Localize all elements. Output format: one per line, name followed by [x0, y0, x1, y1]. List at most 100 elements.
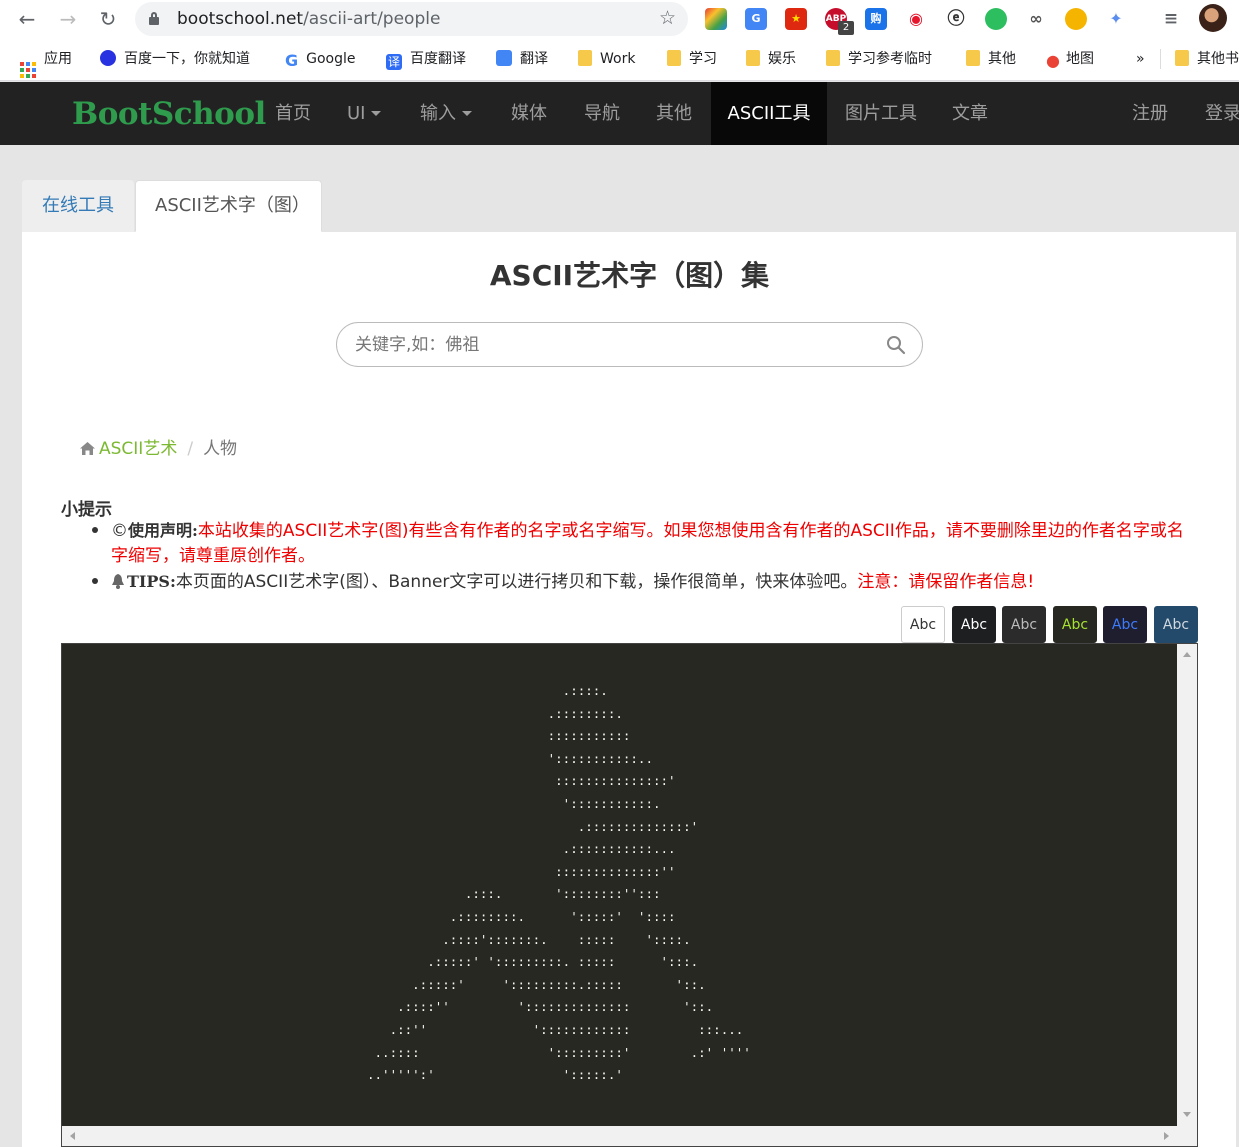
folder-icon — [826, 50, 840, 66]
weibo-icon[interactable]: ◉ — [905, 8, 927, 30]
tab-ascii-art[interactable]: ASCII艺术字（图） — [135, 180, 322, 232]
bookmark-folder-study[interactable]: 学习 — [667, 49, 717, 69]
tips-item-label: 使用声明: — [128, 521, 198, 540]
theme-button-light[interactable]: Abc — [901, 606, 945, 643]
bookmark-label: 其他 — [988, 51, 1016, 67]
theme-button-darcula[interactable]: Abc — [1002, 606, 1046, 643]
nav-login[interactable]: 登录 — [1205, 82, 1239, 145]
tips-item-copyright: ©使用声明:本站收集的ASCII艺术字(图)有些含有作者的名字或名字缩写。如果您… — [92, 518, 1192, 569]
nav-articles[interactable]: 文章 — [952, 82, 988, 145]
theme-button-monokai[interactable]: Abc — [1053, 606, 1097, 643]
brand-logo[interactable]: BootSchool — [72, 96, 266, 132]
nav-other[interactable]: 其他 — [656, 82, 692, 145]
e-extension-icon[interactable]: ⓔ — [945, 8, 967, 30]
bookmark-label: 其他书签 — [1197, 51, 1239, 67]
ascii-art-viewer[interactable]: .::::. .::::::::. ::::::::::: ':::::::::… — [61, 643, 1198, 1147]
tab-online-tools[interactable]: 在线工具 — [22, 180, 134, 232]
bookmark-translate[interactable]: 翻译 — [496, 49, 548, 69]
bookmark-maps[interactable]: ● 地图 — [1046, 49, 1094, 69]
folder-icon — [1175, 50, 1189, 66]
more-bookmarks-button[interactable]: » — [1136, 49, 1145, 69]
tips-list: ©使用声明:本站收集的ASCII艺术字(图)有些含有作者的名字或名字缩写。如果您… — [92, 518, 1192, 597]
search-input[interactable] — [355, 333, 875, 357]
folder-icon — [746, 50, 760, 66]
bird-extension-icon[interactable]: ✦ — [1105, 8, 1127, 30]
theme-button-ocean[interactable]: Abc — [1154, 606, 1198, 643]
tips-item-notice: 注意：请保留作者信息! — [857, 572, 1035, 592]
profile-avatar[interactable] — [1199, 4, 1227, 32]
forward-arrow-icon[interactable]: → — [55, 6, 81, 32]
lock-icon[interactable] — [149, 12, 159, 25]
bookmark-baidu[interactable]: 百度一下，你就知道 — [100, 49, 250, 69]
scroll-up-icon[interactable] — [1183, 652, 1191, 657]
url-host: bootschool.net — [177, 9, 304, 29]
china-flag-extension-icon[interactable]: ★ — [785, 8, 807, 30]
translate-extension-icon[interactable]: G — [745, 8, 767, 30]
reload-icon[interactable]: ↻ — [95, 6, 121, 32]
bookmark-folder-study-temp[interactable]: 学习参考临时 — [826, 49, 932, 69]
scroll-right-icon[interactable] — [1164, 1132, 1169, 1140]
tips-item-tips: TIPS:本页面的ASCII艺术字(图）、Banner文字可以进行拷贝和下载，操… — [92, 569, 1192, 597]
nav-image-tools[interactable]: 图片工具 — [845, 82, 917, 145]
bookmark-label: 学习 — [689, 51, 717, 67]
apps-icon — [20, 62, 36, 78]
bookmark-other-bookmarks[interactable]: 其他书签 — [1175, 49, 1239, 69]
nav-home[interactable]: 首页 — [275, 82, 311, 145]
bookmark-label: 学习参考临时 — [848, 51, 932, 67]
url-text[interactable]: bootschool.net/ascii-art/people — [177, 9, 440, 29]
page-title: ASCII艺术字（图）集 — [489, 259, 770, 292]
bookmark-folder-entertainment[interactable]: 娱乐 — [746, 49, 796, 69]
home-icon[interactable] — [80, 440, 95, 460]
google-icon: G — [285, 51, 299, 70]
media-control-icon[interactable]: ≡ — [1160, 8, 1182, 30]
scroll-down-icon[interactable] — [1183, 1112, 1191, 1117]
extension-icon[interactable] — [705, 8, 727, 30]
site-navbar: BootSchool 首页 UI 输入 媒体 导航 其他 ASCII工具 图片工… — [0, 82, 1239, 145]
breadcrumb-home-link[interactable]: ASCII艺术 — [99, 439, 177, 459]
nav-navigation[interactable]: 导航 — [584, 82, 620, 145]
theme-button-dark[interactable]: Abc — [952, 606, 996, 643]
vertical-scrollbar[interactable] — [1177, 644, 1197, 1128]
bookmark-star-icon[interactable]: ☆ — [659, 7, 676, 29]
ascii-art-text[interactable]: .::::. .::::::::. ::::::::::: ':::::::::… — [367, 680, 751, 1087]
browser-toolbar: ← → ↻ bootschool.net/ascii-art/people ☆ … — [0, 0, 1239, 38]
bookmarks-bar: 应用 百度一下，你就知道 G Google 译百度翻译 翻译 Work 学习 娱乐… — [0, 38, 1239, 81]
bookmark-label: Google — [306, 51, 356, 67]
folder-icon — [578, 50, 592, 66]
owl-extension-icon[interactable] — [1065, 8, 1087, 30]
nav-media[interactable]: 媒体 — [511, 82, 547, 145]
copyright-icon: © — [111, 521, 128, 541]
search-box — [336, 322, 923, 367]
caret-down-icon — [462, 111, 472, 116]
caret-down-icon — [371, 111, 382, 116]
bookmark-folder-other[interactable]: 其他 — [966, 49, 1016, 69]
shopping-extension-icon[interactable]: 购 — [865, 8, 887, 30]
tips-item-text: 本站收集的ASCII艺术字(图)有些含有作者的名字或名字缩写。如果您想使用含有作… — [111, 521, 1184, 566]
horizontal-scrollbar[interactable] — [62, 1126, 1197, 1146]
search-icon[interactable] — [886, 335, 906, 355]
adblock-count-badge: 2 — [838, 21, 854, 35]
nav-ui-dropdown[interactable]: UI — [347, 82, 382, 145]
bookmark-label: 百度一下，你就知道 — [124, 51, 250, 67]
bookmarks-divider — [1160, 49, 1161, 69]
bookmark-label: 应用 — [44, 51, 72, 67]
bookmark-folder-work[interactable]: Work — [578, 49, 635, 69]
nav-ascii-tools[interactable]: ASCII工具 — [711, 82, 827, 145]
folder-icon — [667, 50, 681, 66]
bookmark-apps[interactable]: 应用 — [20, 49, 72, 78]
theme-button-blue[interactable]: Abc — [1103, 606, 1147, 643]
bookmark-google[interactable]: G Google — [285, 49, 356, 69]
bookmark-label: 翻译 — [520, 51, 548, 67]
address-bar[interactable]: bootschool.net/ascii-art/people ☆ — [135, 2, 688, 36]
nav-register[interactable]: 注册 — [1132, 82, 1168, 145]
bell-icon — [111, 572, 125, 597]
back-arrow-icon[interactable]: ← — [14, 6, 40, 32]
scroll-left-icon[interactable] — [70, 1132, 75, 1140]
nav-input-dropdown[interactable]: 输入 — [420, 82, 472, 145]
bookmark-baidu-translate[interactable]: 译百度翻译 — [386, 49, 466, 70]
breadcrumb: ASCII艺术 / 人物 — [80, 434, 237, 460]
evernote-icon[interactable] — [985, 8, 1007, 30]
infinity-icon[interactable]: ∞ — [1025, 8, 1047, 30]
breadcrumb-current: 人物 — [203, 439, 238, 459]
tips-heading: 小提示 — [61, 500, 112, 520]
